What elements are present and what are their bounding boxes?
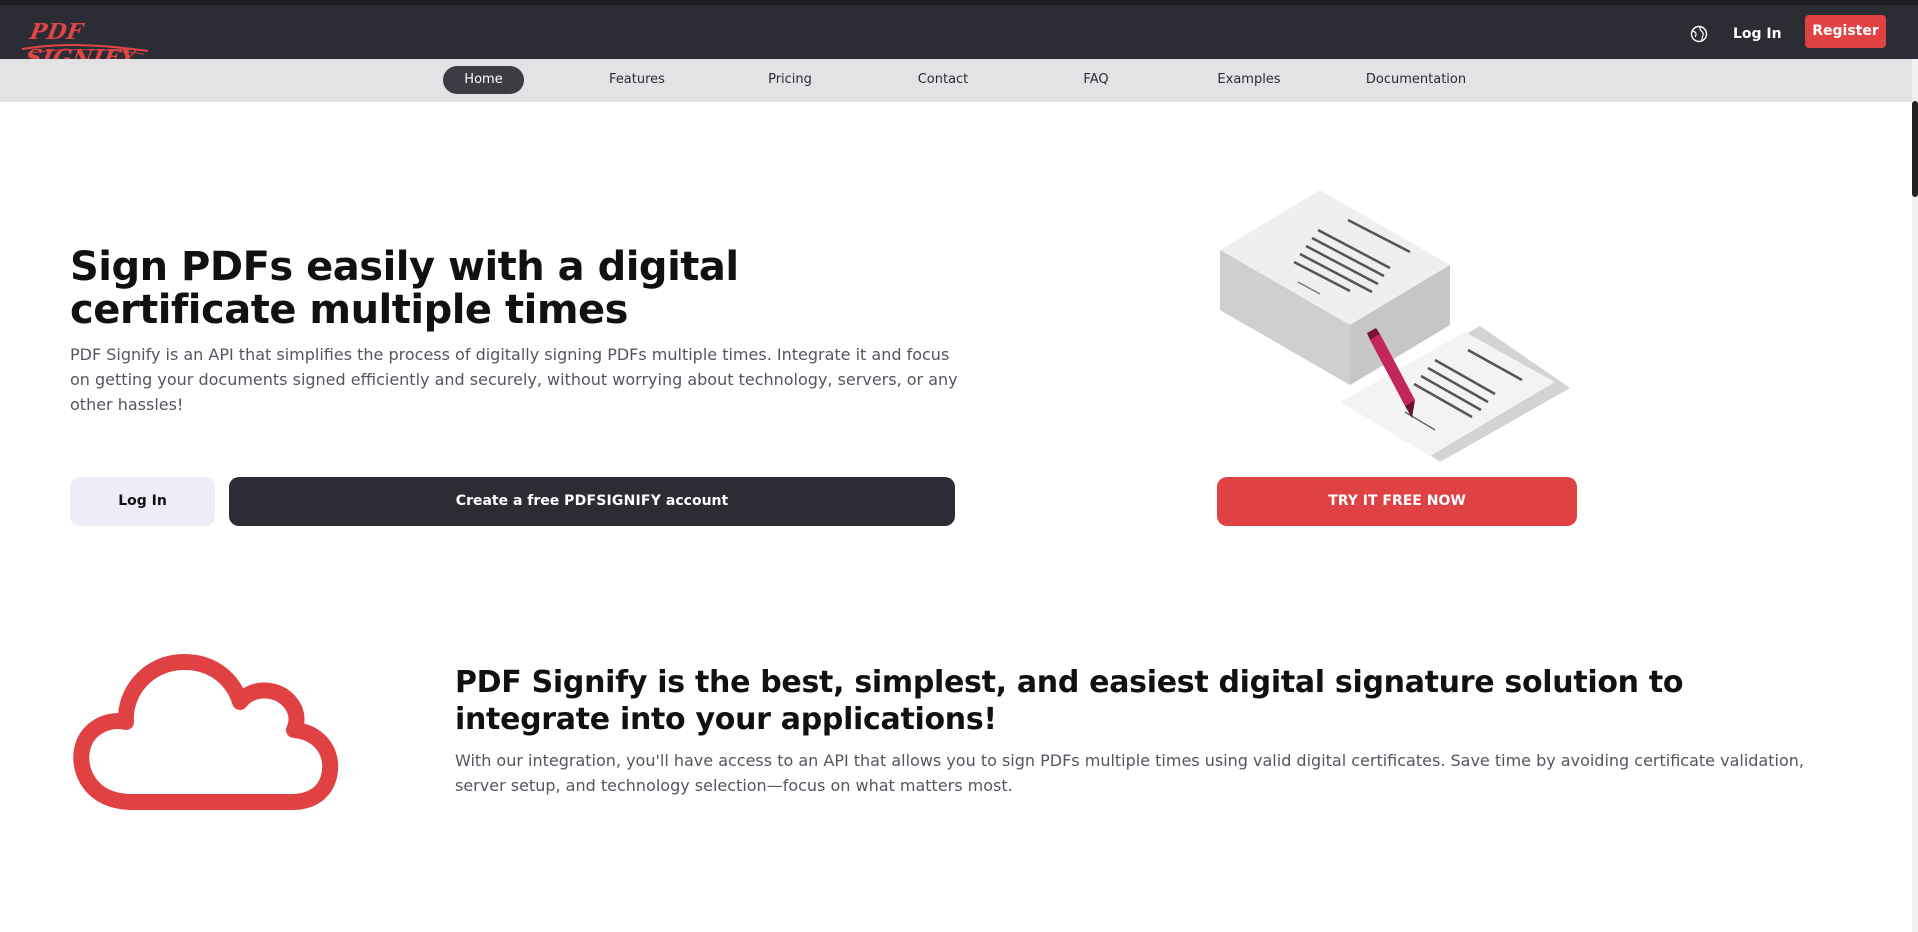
hero-subtitle: PDF Signify is an API that simplifies th… [70, 345, 958, 414]
nav-faq[interactable]: FAQ [1049, 66, 1143, 94]
nav-pricing[interactable]: Pricing [743, 66, 837, 94]
create-account-suffix: account [661, 493, 729, 509]
nav-examples[interactable]: Examples [1202, 66, 1296, 94]
try-free-button[interactable]: TRY IT FREE NOW [1217, 477, 1577, 526]
top-header: PDF SIGNIFY Log In Register [0, 0, 1918, 71]
register-button[interactable]: Register [1805, 15, 1886, 48]
cloud-icon [73, 654, 339, 810]
main-nav: Home Features Pricing Contact FAQ Exampl… [0, 59, 1918, 102]
create-account-button[interactable]: Create a free PDFSIGNIFY account [229, 477, 955, 526]
nav-features[interactable]: Features [590, 66, 684, 94]
signing-documents-illustration [1220, 190, 1570, 462]
feature-title: PDF Signify is the best, simplest, and e… [455, 665, 1684, 737]
feature-text: With our integration, you'll have access… [455, 751, 1804, 795]
hero-title: Sign PDFs easily with a digital certific… [70, 244, 739, 333]
nav-documentation[interactable]: Documentation [1355, 66, 1477, 94]
logo[interactable]: PDF SIGNIFY [18, 13, 154, 71]
globe-icon[interactable] [1690, 25, 1708, 43]
paper-stack-icon [1220, 190, 1450, 385]
hero-login-button[interactable]: Log In [70, 477, 215, 526]
nav-home[interactable]: Home [443, 66, 524, 94]
nav-contact[interactable]: Contact [896, 66, 990, 94]
create-account-brand: PDFSIGNIFY [564, 493, 662, 509]
create-account-prefix: Create a free [455, 493, 565, 509]
scrollbar-thumb[interactable] [1912, 101, 1918, 197]
header-login-link[interactable]: Log In [1733, 22, 1782, 46]
